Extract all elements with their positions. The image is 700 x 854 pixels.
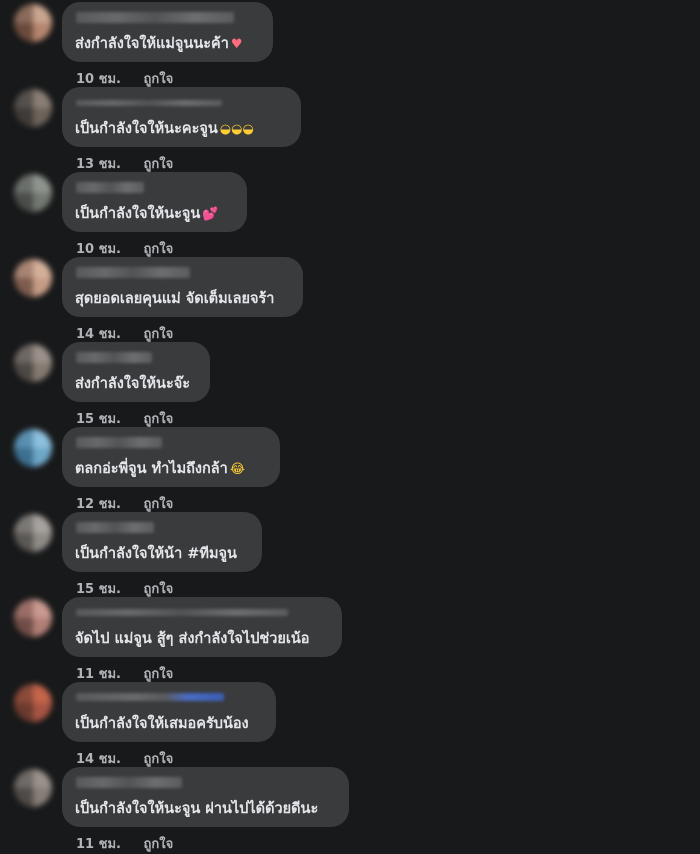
comment-item: จัดไป แม่จูน สู้ๆ ส่งกำลังใจไปช่วยเน้อ 1… bbox=[0, 597, 700, 682]
like-link[interactable]: ถูกใจ bbox=[143, 408, 173, 429]
comment-timestamp[interactable]: 15 ชม. bbox=[76, 408, 121, 429]
comment-item: ส่งกำลังใจให้แม่จูนนะค้า ♥ 10 ชม. ถูกใจ bbox=[0, 2, 700, 87]
comment-meta: 14 ชม. ถูกใจ bbox=[76, 748, 173, 769]
comment-item: ส่งกำลังใจให้นะจ๊ะ 15 ชม. ถูกใจ bbox=[0, 342, 700, 427]
comment-meta: 12 ชม. ถูกใจ bbox=[76, 493, 173, 514]
avatar[interactable] bbox=[14, 514, 52, 552]
comment-text: ส่งกำลังใจให้นะจ๊ะ bbox=[75, 376, 191, 392]
comment-bubble: เป็นกำลังใจให้เสมอครับน้อง bbox=[62, 682, 276, 742]
comment-bubble: เป็นกำลังใจให้น้า #ทีมจูน bbox=[62, 512, 262, 572]
comment-text: เป็นกำลังใจให้นะจูน 💕 bbox=[75, 206, 219, 222]
comment-timestamp[interactable]: 15 ชม. bbox=[76, 578, 121, 599]
comment-item: สุดยอดเลยคุนแม่ จัดเต็มเลยจร้า 14 ชม. ถู… bbox=[0, 257, 700, 342]
comment-text: ส่งกำลังใจให้แม่จูนนะค้า ♥ bbox=[75, 36, 243, 52]
hearts-emoji-icon: 💕 bbox=[202, 207, 219, 222]
avatar[interactable] bbox=[14, 599, 52, 637]
comment-text: เป็นกำลังใจให้น้า #ทีมจูน bbox=[75, 546, 237, 562]
like-link[interactable]: ถูกใจ bbox=[143, 323, 173, 344]
comment-text: เป็นกำลังใจให้เสมอครับน้อง bbox=[75, 716, 249, 732]
like-link[interactable]: ถูกใจ bbox=[143, 493, 173, 514]
author-name-blurred[interactable] bbox=[76, 777, 182, 788]
author-name-blurred[interactable] bbox=[76, 352, 152, 363]
comment-text: เป็นกำลังใจให้นะจูน ผ่านไปได้ด้วยดีนะ bbox=[75, 801, 319, 817]
avatar[interactable] bbox=[14, 769, 52, 807]
comment-item: เป็นกำลังใจให้นะจูน ผ่านไปได้ด้วยดีนะ 11… bbox=[0, 767, 700, 852]
author-name-blurred[interactable] bbox=[76, 693, 224, 701]
avatar[interactable] bbox=[14, 89, 52, 127]
comment-item: เป็นกำลังใจให้น้า #ทีมจูน 15 ชม. ถูกใจ bbox=[0, 512, 700, 597]
avatar[interactable] bbox=[14, 429, 52, 467]
like-link[interactable]: ถูกใจ bbox=[143, 663, 173, 684]
comment-meta: 15 ชม. ถูกใจ bbox=[76, 408, 173, 429]
comment-bubble: ตลกอ่ะพี่จูน ทำไมถึงกล้า 😂 bbox=[62, 427, 280, 487]
avatar[interactable] bbox=[14, 259, 52, 297]
comment-list: ส่งกำลังใจให้แม่จูนนะค้า ♥ 10 ชม. ถูกใจ เ… bbox=[0, 0, 700, 852]
like-link[interactable]: ถูกใจ bbox=[143, 68, 173, 89]
emoji-icon: ◒◒◒ bbox=[219, 122, 254, 137]
like-link[interactable]: ถูกใจ bbox=[143, 238, 173, 259]
laughing-emoji-icon: 😂 bbox=[229, 462, 246, 477]
author-name-blurred[interactable] bbox=[76, 522, 154, 533]
comment-timestamp[interactable]: 11 ชม. bbox=[76, 663, 121, 684]
comment-bubble: เป็นกำลังใจให้นะคะจูน ◒◒◒ bbox=[62, 87, 301, 147]
author-name-blurred[interactable] bbox=[76, 182, 144, 193]
comment-text: ตลกอ่ะพี่จูน ทำไมถึงกล้า 😂 bbox=[75, 461, 246, 477]
comment-timestamp[interactable]: 14 ชม. bbox=[76, 323, 121, 344]
comment-meta: 14 ชม. ถูกใจ bbox=[76, 323, 173, 344]
comment-timestamp[interactable]: 13 ชม. bbox=[76, 153, 121, 174]
avatar[interactable] bbox=[14, 4, 52, 42]
like-link[interactable]: ถูกใจ bbox=[143, 833, 173, 854]
comment-text: สุดยอดเลยคุนแม่ จัดเต็มเลยจร้า bbox=[75, 291, 275, 307]
avatar[interactable] bbox=[14, 344, 52, 382]
comment-timestamp[interactable]: 11 ชม. bbox=[76, 833, 121, 854]
comment-item: เป็นกำลังใจให้นะจูน 💕 10 ชม. ถูกใจ bbox=[0, 172, 700, 257]
comment-meta: 11 ชม. ถูกใจ bbox=[76, 663, 173, 684]
comment-meta: 13 ชม. ถูกใจ bbox=[76, 153, 173, 174]
comment-meta: 10 ชม. ถูกใจ bbox=[76, 238, 173, 259]
comment-meta: 15 ชม. ถูกใจ bbox=[76, 578, 173, 599]
author-name-blurred[interactable] bbox=[76, 100, 222, 106]
comment-bubble: จัดไป แม่จูน สู้ๆ ส่งกำลังใจไปช่วยเน้อ bbox=[62, 597, 342, 657]
comment-item: เป็นกำลังใจให้เสมอครับน้อง 14 ชม. ถูกใจ bbox=[0, 682, 700, 767]
comment-meta: 11 ชม. ถูกใจ bbox=[76, 833, 173, 854]
comment-timestamp[interactable]: 14 ชม. bbox=[76, 748, 121, 769]
like-link[interactable]: ถูกใจ bbox=[143, 748, 173, 769]
comment-bubble: ส่งกำลังใจให้แม่จูนนะค้า ♥ bbox=[62, 2, 273, 62]
comment-text: จัดไป แม่จูน สู้ๆ ส่งกำลังใจไปช่วยเน้อ bbox=[75, 631, 310, 647]
comment-timestamp[interactable]: 10 ชม. bbox=[76, 238, 121, 259]
comment-item: ตลกอ่ะพี่จูน ทำไมถึงกล้า 😂 12 ชม. ถูกใจ bbox=[0, 427, 700, 512]
like-link[interactable]: ถูกใจ bbox=[143, 153, 173, 174]
avatar[interactable] bbox=[14, 174, 52, 212]
like-link[interactable]: ถูกใจ bbox=[143, 578, 173, 599]
author-name-blurred[interactable] bbox=[76, 267, 190, 278]
comment-timestamp[interactable]: 10 ชม. bbox=[76, 68, 121, 89]
comment-item: เป็นกำลังใจให้นะคะจูน ◒◒◒ 13 ชม. ถูกใจ bbox=[0, 87, 700, 172]
author-name-blurred[interactable] bbox=[76, 609, 288, 616]
comment-bubble: สุดยอดเลยคุนแม่ จัดเต็มเลยจร้า bbox=[62, 257, 303, 317]
comment-timestamp[interactable]: 12 ชม. bbox=[76, 493, 121, 514]
author-name-blurred[interactable] bbox=[76, 12, 234, 23]
comment-meta: 10 ชม. ถูกใจ bbox=[76, 68, 173, 89]
comment-bubble: ส่งกำลังใจให้นะจ๊ะ bbox=[62, 342, 210, 402]
heart-emoji-icon: ♥ bbox=[230, 37, 243, 52]
avatar[interactable] bbox=[14, 684, 52, 722]
comment-bubble: เป็นกำลังใจให้นะจูน 💕 bbox=[62, 172, 247, 232]
comment-bubble: เป็นกำลังใจให้นะจูน ผ่านไปได้ด้วยดีนะ bbox=[62, 767, 349, 827]
comment-text: เป็นกำลังใจให้นะคะจูน ◒◒◒ bbox=[75, 121, 254, 137]
author-name-blurred[interactable] bbox=[76, 437, 162, 448]
